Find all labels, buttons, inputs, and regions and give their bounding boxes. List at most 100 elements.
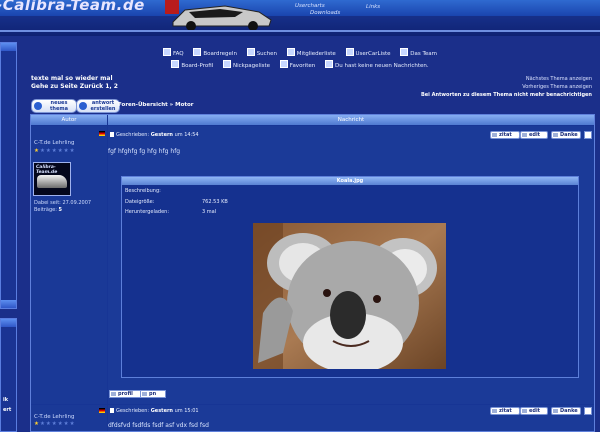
board-navigation: FAQ Boardregeln Suchen Mitgliederliste U… <box>150 48 450 72</box>
post1-posts: Beiträge: 5 <box>34 207 91 214</box>
topic-info: texte mal so wieder mal Gehe zu Seite Zu… <box>31 75 118 91</box>
post2-thanks-button[interactable]: Danke <box>551 407 581 415</box>
header-link-usercharts[interactable]: Usercharts <box>295 3 325 9</box>
post2-written-time: um 15:01 <box>174 408 199 414</box>
post2-author-name[interactable]: C-T.de Lehrling <box>34 414 75 420</box>
post2-written-day: Gestern <box>150 408 173 414</box>
left-panel-header <box>1 43 16 51</box>
edit-label: edit <box>529 132 541 138</box>
nav-boardregeln[interactable]: Boardregeln <box>193 48 237 57</box>
post1-stars: ★★★★★★ <box>39 148 76 154</box>
attachment-size-label: Dateigröße: <box>125 199 155 205</box>
left-panel-bottom-header <box>1 319 16 327</box>
rules-icon <box>193 48 202 56</box>
attachment-koala-image[interactable] <box>253 223 446 369</box>
nav-row-1: FAQ Boardregeln Suchen Mitgliederliste U… <box>150 48 450 60</box>
written-day: Gestern <box>150 132 173 138</box>
prev-topic-link[interactable]: Vorheriges Thema anzeigen <box>421 83 592 91</box>
nav-mitgliederliste[interactable]: Mitgliederliste <box>286 48 336 57</box>
header-car-image <box>165 0 272 31</box>
message-icon <box>325 60 333 68</box>
left-panel-fragment-2: ert <box>3 407 12 413</box>
header-link-links[interactable]: Links <box>366 4 380 10</box>
faq-icon <box>162 48 171 56</box>
topic-actions: Nächstes Thema anzeigen Vorheriges Thema… <box>421 75 592 99</box>
left-panel-bottom: ik ert <box>0 318 17 432</box>
favorites-icon <box>279 60 288 68</box>
nav-usercarliste[interactable]: UserCarListe <box>345 48 391 57</box>
post1-profile-button[interactable]: profil <box>109 390 141 398</box>
post1-quote-button[interactable]: zitat <box>490 131 520 139</box>
new-topic-icon <box>34 102 42 110</box>
post1-avatar[interactable]: Calibra-Team.de <box>33 162 71 196</box>
team-icon <box>400 48 409 56</box>
nav-board-profil-label: Board-Profil <box>181 63 214 69</box>
post2-thanks-label: Danke <box>560 408 578 414</box>
quote-label: zitat <box>499 132 512 138</box>
post2-stars: ★★★★★★ <box>39 421 76 427</box>
attachment-downloads-label: Heruntergeladen: <box>125 209 170 215</box>
next-topic-link[interactable]: Nächstes Thema anzeigen <box>421 75 592 83</box>
attachment-downloads-value: 3 mal <box>202 209 217 215</box>
post1-author-name[interactable]: C-T.de Lehrling <box>34 140 75 146</box>
profile-icon <box>171 60 180 68</box>
nickpage-icon <box>222 60 231 68</box>
search-icon <box>246 48 255 56</box>
column-message: Nachricht <box>108 115 594 125</box>
car-list-icon <box>345 48 354 56</box>
nav-mitgliederliste-label: Mitgliederliste <box>296 51 336 57</box>
nav-das-team[interactable]: Das Team <box>400 48 437 57</box>
post2-icon <box>110 408 114 413</box>
post2-quote-label: zitat <box>499 408 512 414</box>
joined-value: 27.09.2007 <box>62 200 92 206</box>
avatar-car-image <box>37 175 67 188</box>
thanks-label: Danke <box>560 132 578 138</box>
post2-quote-button[interactable]: zitat <box>490 407 520 415</box>
profile-button-icon <box>111 392 116 396</box>
nav-favoriten[interactable]: Favoriten <box>279 60 315 69</box>
joined-label: Dabei seit: <box>34 200 61 206</box>
nav-board-profil[interactable]: Board-Profil <box>171 60 214 69</box>
nav-messages[interactable]: Du hast keine neuen Nachrichten. <box>325 60 429 69</box>
post1-thanks-button[interactable]: Danke <box>551 131 581 139</box>
post1-pn-button[interactable]: pn <box>140 390 166 398</box>
new-topic-label: neues thema <box>50 100 68 112</box>
site-header: -Calibra-Team.de Usercharts Downloads Li… <box>0 0 600 36</box>
pn-label: pn <box>149 391 157 397</box>
nav-faq-label: FAQ <box>172 51 184 57</box>
notify-link[interactable]: Bei Antworten zu diesem Thema nicht mehr… <box>421 91 592 99</box>
post1-flag-icon <box>99 131 105 136</box>
posts-label: Beiträge: <box>34 207 57 213</box>
post2-edit-label: edit <box>529 408 541 414</box>
pn-icon <box>142 392 147 396</box>
post2-top-icon[interactable] <box>584 407 592 415</box>
reply-icon <box>79 102 87 110</box>
nav-messages-label: Du hast keine neuen Nachrichten. <box>335 63 429 69</box>
post1-text: fgf hfghfg fg hfg hfg hfg <box>108 148 181 155</box>
reply-button[interactable]: antwort erstellen <box>76 99 120 113</box>
nav-nickpageliste[interactable]: Nickpageliste <box>222 60 270 69</box>
post1-meta: Dabei seit: 27.09.2007 Beiträge: 5 <box>34 200 91 214</box>
notify-link-label: Bei Antworten zu diesem Thema nicht mehr… <box>420 92 592 98</box>
post1-header: Geschrieben: Gestern um 14:54 <box>110 132 199 138</box>
edit-icon <box>522 133 527 137</box>
written-label: Geschrieben: <box>116 132 150 138</box>
nav-suchen[interactable]: Suchen <box>246 48 277 57</box>
topic-title[interactable]: texte mal so wieder mal <box>31 75 118 83</box>
breadcrumb[interactable]: Foren-Übersicht » Motor <box>118 102 194 108</box>
post1-edit-button[interactable]: edit <box>520 131 548 139</box>
attachment-title[interactable]: Koala.jpg <box>122 177 578 185</box>
page-navigation[interactable]: Gehe zu Seite Zurück 1, 2 <box>31 83 118 91</box>
post2-quote-icon <box>492 409 497 413</box>
post2-thanks-icon <box>553 409 558 413</box>
header-link-downloads[interactable]: Downloads <box>310 10 340 16</box>
site-logo[interactable]: -Calibra-Team.de <box>0 0 145 14</box>
post1-top-icon[interactable] <box>584 131 592 139</box>
post2-header: Geschrieben: Gestern um 15:01 <box>110 408 199 414</box>
post2-flag-icon <box>99 408 105 413</box>
new-topic-button[interactable]: neues thema <box>31 99 77 113</box>
post2-edit-button[interactable]: edit <box>520 407 548 415</box>
nav-usercarliste-label: UserCarListe <box>355 51 391 57</box>
nav-faq[interactable]: FAQ <box>162 48 184 57</box>
post2-rank-stars: ★★★★★★★ <box>34 421 76 427</box>
